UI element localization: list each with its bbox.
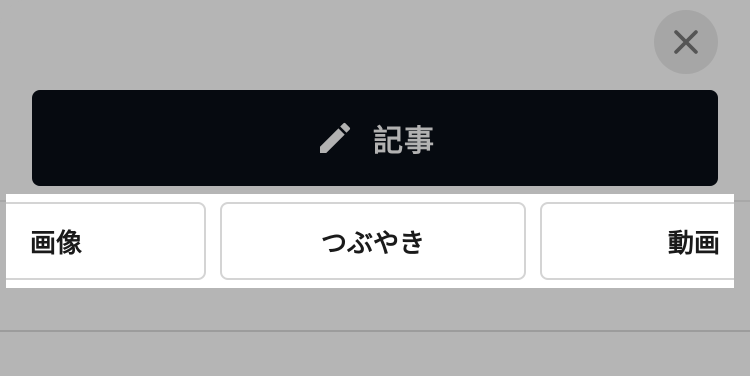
tweet-post-label: つぶやき [320, 228, 425, 259]
tweet-post-button[interactable]: つぶやき [220, 202, 526, 280]
close-icon [674, 30, 698, 54]
create-post-sheet: 記事 画像 つぶやき 動画 [0, 0, 750, 376]
divider [0, 330, 750, 332]
article-button-label: 記事 [373, 124, 435, 159]
post-type-row: 画像 つぶやき 動画 [6, 194, 734, 288]
close-button[interactable] [654, 10, 718, 74]
image-post-button[interactable]: 画像 [6, 202, 206, 280]
article-button[interactable]: 記事 [32, 90, 718, 186]
video-post-button[interactable]: 動画 [540, 202, 734, 280]
video-post-label: 動画 [668, 228, 721, 259]
pencil-icon [320, 122, 351, 153]
image-post-label: 画像 [30, 228, 83, 259]
